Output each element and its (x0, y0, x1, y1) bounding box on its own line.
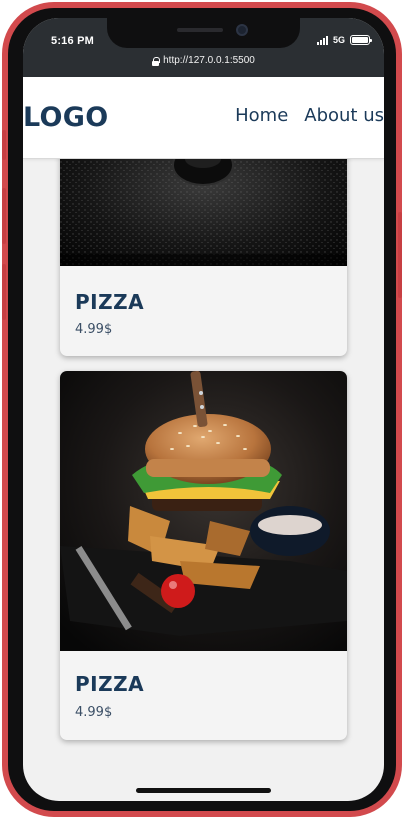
nav-home-link[interactable]: Home (235, 105, 288, 126)
product-card[interactable]: PIZZA 4.99$ (60, 371, 347, 740)
phone-screen: 5:16 PM 5G http://127.0.0.1:5500 LOGO Ho… (23, 18, 384, 801)
network-type: 5G (332, 35, 345, 45)
product-card[interactable]: PIZZA 4.99$ (60, 159, 347, 356)
product-list: PIZZA 4.99$ PIZZA 4.99$ (23, 159, 384, 801)
mute-switch (2, 130, 6, 160)
front-camera-icon (236, 24, 248, 36)
address-bar[interactable]: http://127.0.0.1:5500 (23, 55, 384, 66)
lock-icon (152, 56, 161, 66)
status-time: 5:16 PM (51, 35, 94, 47)
logo[interactable]: LOGO (23, 102, 109, 133)
product-title: PIZZA (75, 672, 145, 696)
main-nav: Home About us (235, 105, 384, 126)
food-photo-dark-icon (60, 159, 347, 266)
speaker (177, 28, 223, 32)
battery-icon (350, 35, 372, 45)
signal-icon (316, 35, 328, 45)
browser-status-bar: 5:16 PM 5G http://127.0.0.1:5500 (23, 18, 384, 77)
status-indicators: 5G (316, 35, 372, 45)
product-price: 4.99$ (75, 322, 113, 337)
volume-up-button (2, 188, 6, 244)
burger-fries-photo-icon (60, 371, 347, 651)
notch (107, 18, 300, 48)
product-title: PIZZA (75, 290, 145, 314)
url-text: http://127.0.0.1:5500 (163, 55, 255, 66)
home-indicator[interactable] (136, 788, 271, 793)
product-price: 4.99$ (75, 705, 113, 720)
nav-about-link[interactable]: About us (304, 105, 384, 126)
volume-down-button (2, 264, 6, 320)
site-header: LOGO Home About us (23, 77, 384, 159)
power-button (398, 212, 402, 298)
